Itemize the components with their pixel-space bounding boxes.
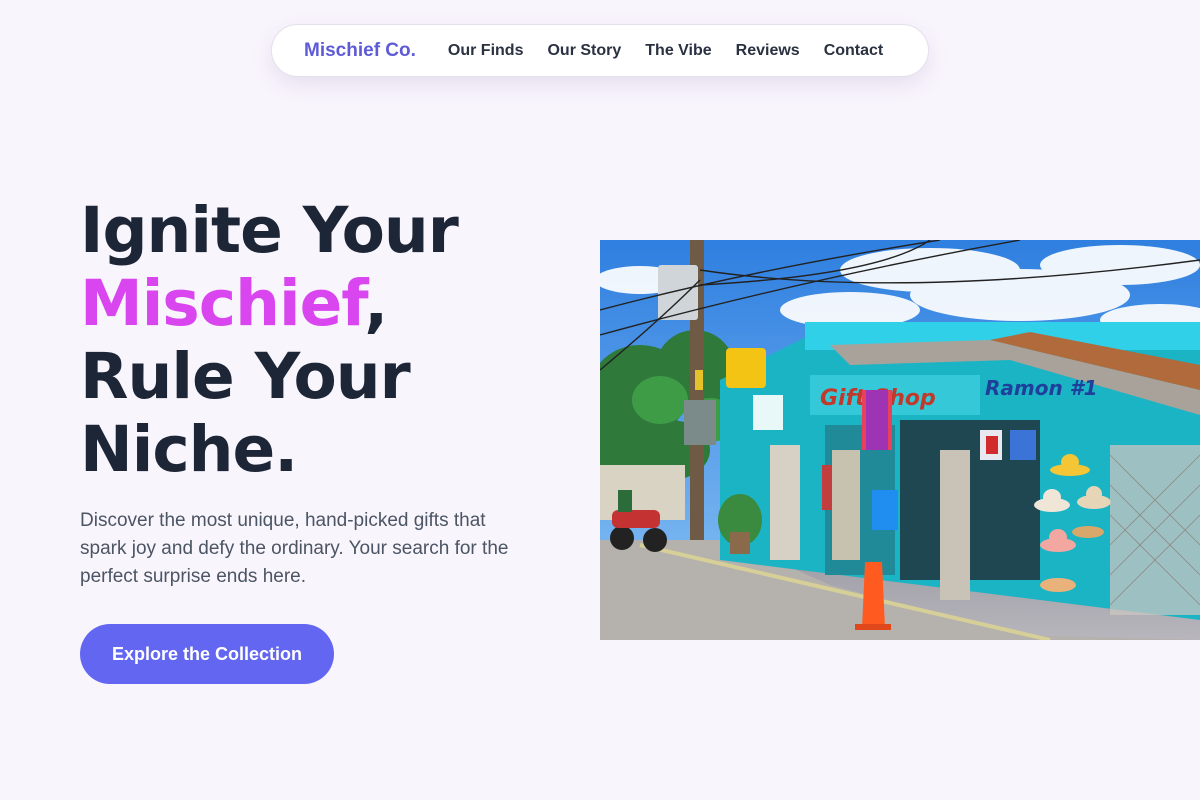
street-gift-shop-photo: Gift Shop Ramon #1 — [600, 240, 1200, 640]
headline-accent-word: Mischief — [80, 267, 365, 340]
hero-headline: Ignite Your Mischief, Rule Your Niche. — [80, 194, 459, 486]
headline-line-3: Rule Your — [80, 340, 411, 413]
landing-page: Mischief Co. Our Finds Our Story The Vib… — [0, 0, 1200, 800]
headline-comma: , — [364, 267, 388, 340]
nav-links: Our Finds Our Story The Vibe Reviews Con… — [448, 42, 883, 60]
explore-collection-button[interactable]: Explore the Collection — [80, 624, 334, 684]
brand-logo-link[interactable]: Mischief Co. — [304, 40, 416, 62]
shop-sign-text-secondary: Ramon #1 — [985, 376, 1098, 400]
top-navigation: Mischief Co. Our Finds Our Story The Vib… — [271, 24, 929, 77]
nav-link-our-story[interactable]: Our Story — [547, 42, 621, 60]
nav-link-reviews[interactable]: Reviews — [736, 42, 800, 60]
headline-line-4: Niche. — [80, 413, 298, 486]
headline-line-1: Ignite Your — [80, 194, 459, 267]
nav-link-the-vibe[interactable]: The Vibe — [645, 42, 711, 60]
hero-description: Discover the most unique, hand-picked gi… — [80, 510, 509, 587]
nav-link-contact[interactable]: Contact — [824, 42, 884, 60]
nav-link-our-finds[interactable]: Our Finds — [448, 42, 524, 60]
